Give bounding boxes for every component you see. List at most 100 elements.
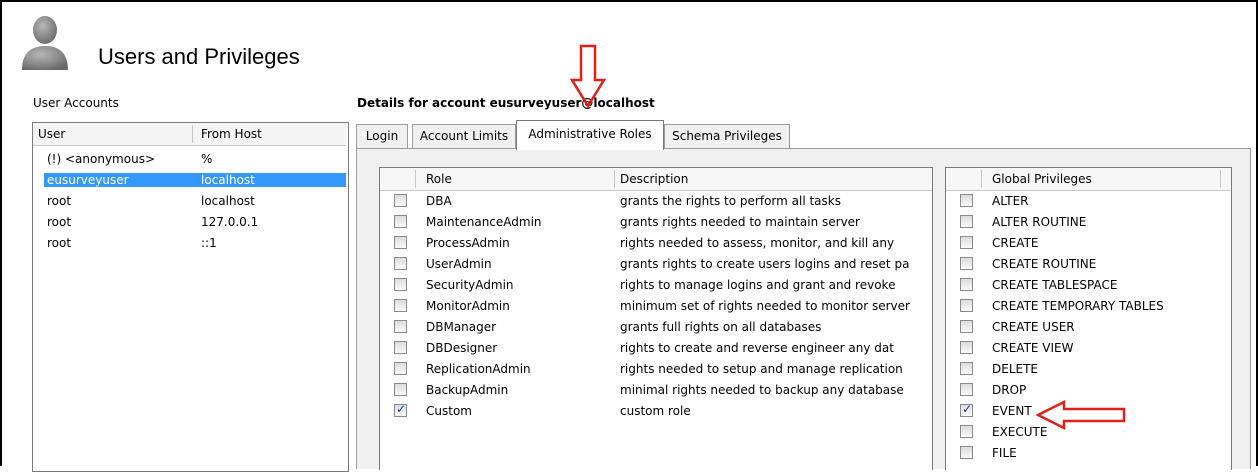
role-checkbox[interactable] xyxy=(394,257,407,270)
tab-administrative-roles[interactable]: Administrative Roles xyxy=(516,120,664,150)
privilege-row[interactable]: FILE xyxy=(946,444,1231,465)
role-row[interactable]: UserAdmin grants rights to create users l… xyxy=(380,255,932,276)
privilege-row[interactable]: CREATE TEMPORARY TABLES xyxy=(946,297,1231,318)
privilege-row[interactable]: CREATE xyxy=(946,234,1231,255)
role-description: custom role xyxy=(620,404,691,418)
user-host: localhost xyxy=(201,194,255,208)
role-checkbox[interactable] xyxy=(394,383,407,396)
user-host: localhost xyxy=(191,173,346,187)
role-checkbox[interactable] xyxy=(394,320,407,333)
user-row[interactable]: root 127.0.0.1 xyxy=(33,213,346,233)
role-description: rights to create and reverse engineer an… xyxy=(620,341,894,355)
user-name: root xyxy=(47,194,72,208)
role-checkbox[interactable] xyxy=(394,194,407,207)
role-name: BackupAdmin xyxy=(426,383,509,397)
role-checkbox[interactable] xyxy=(394,299,407,312)
role-row[interactable]: DBManager grants full rights on all datab… xyxy=(380,318,932,339)
privilege-row[interactable]: DROP xyxy=(946,381,1231,402)
privilege-checkbox[interactable] xyxy=(960,257,973,270)
privilege-row[interactable]: CREATE ROUTINE xyxy=(946,255,1231,276)
role-name: DBA xyxy=(426,194,452,208)
role-checkbox[interactable] xyxy=(394,341,407,354)
privilege-row[interactable]: ALTER xyxy=(946,192,1231,213)
privilege-row[interactable]: CREATE VIEW xyxy=(946,339,1231,360)
user-accounts-list[interactable]: User From Host (!) <anonymous> % eusurve… xyxy=(32,122,349,472)
privilege-checkbox[interactable] xyxy=(960,278,973,291)
role-row[interactable]: MonitorAdmin minimum set of rights needed… xyxy=(380,297,932,318)
tab-account-limits[interactable]: Account Limits xyxy=(412,124,516,148)
role-row[interactable]: ReplicationAdmin rights needed to setup a… xyxy=(380,360,932,381)
user-row[interactable]: root localhost xyxy=(33,192,346,212)
role-name: ProcessAdmin xyxy=(426,236,510,250)
role-row[interactable]: BackupAdmin minimal rights needed to back… xyxy=(380,381,932,402)
tab-label: Account Limits xyxy=(419,129,509,143)
column-header-user[interactable]: User xyxy=(38,127,65,141)
role-row[interactable]: MaintenanceAdmin grants rights needed to … xyxy=(380,213,932,234)
role-description: rights needed to setup and manage replic… xyxy=(620,362,903,376)
privilege-checkbox[interactable] xyxy=(960,383,973,396)
privilege-row[interactable]: CREATE TABLESPACE xyxy=(946,276,1231,297)
privilege-checkbox[interactable] xyxy=(960,446,973,459)
left-arrow-annotation-icon xyxy=(1036,400,1126,430)
role-row[interactable]: Custom custom role xyxy=(380,402,932,423)
role-checkbox[interactable] xyxy=(394,215,407,228)
role-name: DBDesigner xyxy=(426,341,498,355)
role-description: grants rights needed to maintain server xyxy=(620,215,860,229)
user-silhouette-icon xyxy=(20,14,70,70)
role-checkbox-checked[interactable] xyxy=(394,402,407,417)
privilege-name: FILE xyxy=(992,446,1017,460)
privilege-checkbox-checked[interactable] xyxy=(960,402,973,417)
column-header-from-host[interactable]: From Host xyxy=(201,127,262,141)
tab-label: Login xyxy=(365,129,399,143)
role-checkbox[interactable] xyxy=(394,362,407,375)
role-row[interactable]: DBA grants the rights to perform all task… xyxy=(380,192,932,213)
role-name: ReplicationAdmin xyxy=(426,362,531,376)
column-header-description[interactable]: Description xyxy=(620,172,688,186)
account-details-title: Details for account eusurveyuser@localho… xyxy=(357,96,655,110)
role-description: rights to manage logins and grant and re… xyxy=(620,278,896,292)
role-row[interactable]: ProcessAdmin rights needed to assess, mon… xyxy=(380,234,932,255)
privilege-checkbox[interactable] xyxy=(960,425,973,438)
user-name: root xyxy=(47,215,72,229)
user-list-header: User From Host xyxy=(33,123,346,146)
privilege-checkbox[interactable] xyxy=(960,341,973,354)
privilege-checkbox[interactable] xyxy=(960,362,973,375)
user-host: % xyxy=(201,152,213,166)
privilege-name: DELETE xyxy=(992,362,1039,376)
role-name: MonitorAdmin xyxy=(426,299,510,313)
role-checkbox[interactable] xyxy=(394,236,407,249)
role-description: minimal rights needed to backup any data… xyxy=(620,383,904,397)
privilege-checkbox[interactable] xyxy=(960,320,973,333)
privilege-checkbox[interactable] xyxy=(960,236,973,249)
role-description: grants full rights on all databases xyxy=(620,320,822,334)
column-header-global-privileges[interactable]: Global Privileges xyxy=(992,172,1092,186)
role-description: grants rights to create users logins and… xyxy=(620,257,910,271)
role-name: MaintenanceAdmin xyxy=(426,215,542,229)
user-host: ::1 xyxy=(201,236,217,250)
privilege-checkbox[interactable] xyxy=(960,299,973,312)
user-row-selected[interactable]: eusurveyuser localhost xyxy=(33,171,346,191)
privilege-name: DROP xyxy=(992,383,1027,397)
privilege-name: CREATE TEMPORARY TABLES xyxy=(992,299,1164,313)
privilege-name: ALTER xyxy=(992,194,1029,208)
user-name: (!) <anonymous> xyxy=(47,152,155,166)
role-checkbox[interactable] xyxy=(394,278,407,291)
roles-table[interactable]: Role Description DBA grants the rights to… xyxy=(379,167,933,470)
privilege-row[interactable]: DELETE xyxy=(946,360,1231,381)
user-name: eusurveyuser xyxy=(44,173,195,187)
privilege-row[interactable]: CREATE USER xyxy=(946,318,1231,339)
user-row[interactable]: (!) <anonymous> % xyxy=(33,150,346,170)
privilege-name: ALTER ROUTINE xyxy=(992,215,1087,229)
role-row[interactable]: DBDesigner rights to create and reverse e… xyxy=(380,339,932,360)
tab-schema-privileges[interactable]: Schema Privileges xyxy=(664,124,790,148)
role-row[interactable]: SecurityAdmin rights to manage logins and… xyxy=(380,276,932,297)
privilege-name: CREATE ROUTINE xyxy=(992,257,1097,271)
role-name: SecurityAdmin xyxy=(426,278,514,292)
privilege-checkbox[interactable] xyxy=(960,215,973,228)
privilege-row[interactable]: ALTER ROUTINE xyxy=(946,213,1231,234)
tab-login[interactable]: Login xyxy=(356,124,408,148)
user-row[interactable]: root ::1 xyxy=(33,234,346,254)
privilege-checkbox[interactable] xyxy=(960,194,973,207)
column-header-role[interactable]: Role xyxy=(426,172,452,186)
role-name: UserAdmin xyxy=(426,257,492,271)
